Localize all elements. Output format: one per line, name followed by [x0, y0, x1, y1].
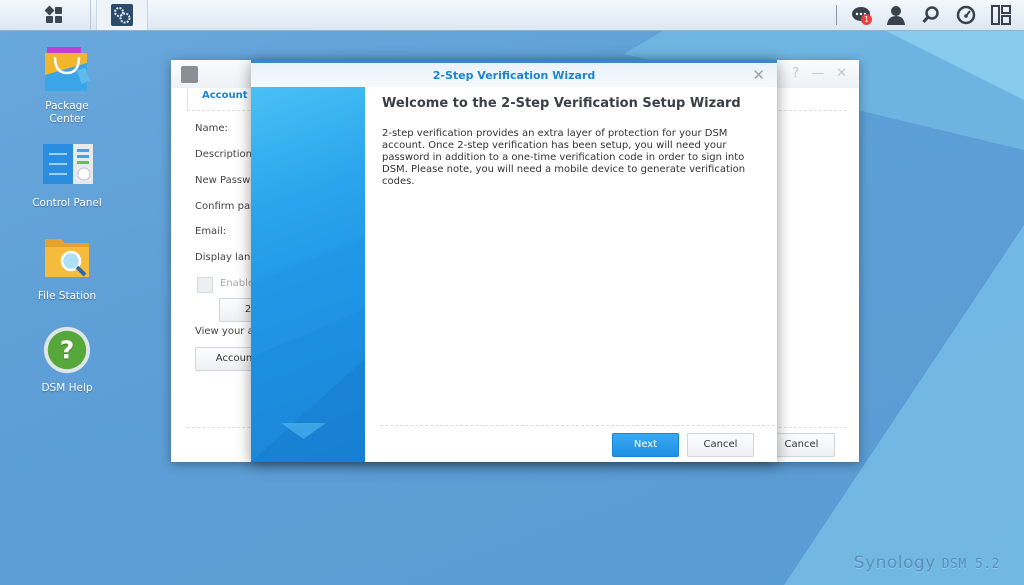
- widgets-button[interactable]: [989, 3, 1013, 27]
- package-center-icon: [45, 47, 90, 91]
- field-label-name: Name:: [195, 123, 228, 134]
- search-button[interactable]: [919, 3, 943, 27]
- watermark-version: DSM 5.2: [941, 557, 1000, 572]
- view-account-label: View your a: [195, 326, 254, 337]
- grid-icon: [44, 5, 62, 23]
- dsm-help-icon: ?: [43, 326, 91, 374]
- divider: [380, 425, 775, 426]
- cancel-button[interactable]: Cancel: [768, 433, 835, 457]
- field-label-display-language: Display lang: [195, 252, 257, 263]
- desktop-icon-package-center[interactable]: Package Center: [17, 45, 117, 126]
- notifications-button[interactable]: 1: [849, 3, 873, 27]
- enable-checkbox[interactable]: [197, 277, 213, 293]
- main-menu-button[interactable]: [18, 0, 91, 30]
- gear-icon: [181, 66, 198, 83]
- wizard-description: 2-step verification provides an extra la…: [382, 128, 746, 187]
- desktop-icon-label: Control Panel: [32, 197, 102, 209]
- dialog-title: 2-Step Verification Wizard: [432, 69, 596, 82]
- control-panel-icon: [43, 144, 93, 184]
- field-label-new-password: New Passwo: [195, 175, 257, 186]
- notification-badge: 1: [861, 14, 872, 25]
- field-label-confirm-password: Confirm pas: [195, 201, 256, 212]
- wizard-side-banner: [251, 87, 365, 462]
- desktop-icon-file-station[interactable]: File Station: [17, 235, 117, 302]
- next-button[interactable]: Next: [612, 433, 679, 457]
- taskbar-tray: 1: [836, 0, 1024, 30]
- watermark-brand: Synology: [853, 553, 936, 573]
- wizard-heading: Welcome to the 2-Step Verification Setup…: [382, 96, 741, 111]
- user-button[interactable]: [884, 3, 908, 27]
- close-icon[interactable]: ✕: [836, 66, 847, 81]
- field-label-email: Email:: [195, 226, 227, 237]
- dialog-header: 2-Step Verification Wizard ✕: [251, 63, 777, 87]
- close-icon[interactable]: ✕: [752, 66, 765, 84]
- desktop-icon-label: File Station: [37, 290, 97, 302]
- synology-watermark: Synology DSM 5.2: [854, 553, 1000, 573]
- help-icon[interactable]: ?: [792, 66, 799, 81]
- enable-checkbox-label: Enable: [220, 278, 255, 289]
- search-icon: [922, 6, 939, 24]
- cancel-button[interactable]: Cancel: [687, 433, 754, 457]
- desktop-icon-dsm-help[interactable]: ? DSM Help: [17, 325, 117, 394]
- resource-monitor-icon: [956, 5, 976, 25]
- svg-text:?: ?: [60, 336, 75, 365]
- taskbar: 1: [0, 0, 1024, 31]
- control-panel-gear-icon: [111, 4, 133, 26]
- desktop-icon-label: DSM Help: [41, 382, 93, 394]
- file-station-icon: [45, 239, 89, 277]
- taskbar-control-panel[interactable]: [96, 0, 148, 30]
- desktop-icon-control-panel[interactable]: Control Panel: [17, 142, 117, 209]
- two-step-wizard-dialog: 2-Step Verification Wizard ✕ Welcome to …: [251, 60, 777, 462]
- window-controls: ? — ✕: [792, 66, 847, 81]
- field-label-description: Description:: [195, 149, 256, 160]
- user-icon: [887, 6, 905, 25]
- resource-monitor-button[interactable]: [954, 3, 978, 27]
- minimize-icon[interactable]: —: [811, 66, 824, 81]
- divider: [836, 5, 837, 25]
- desktop-icon-label: Package Center: [45, 100, 89, 125]
- widgets-icon: [991, 5, 1011, 25]
